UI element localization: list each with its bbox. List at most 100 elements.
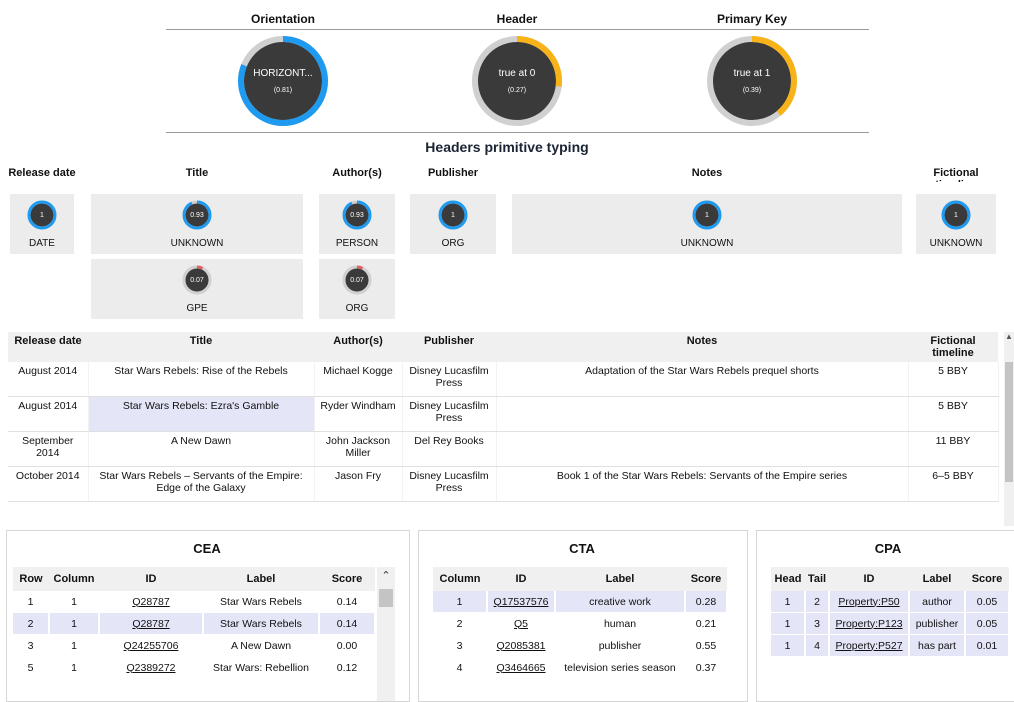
cta-row[interactable]: 1 Q17537576 creative work 0.28 [433, 591, 728, 613]
cta-cell: 0.21 [685, 612, 728, 635]
table-cell[interactable]: Star Wars Rebels: Ezra's Gamble [88, 396, 315, 432]
main-col-header[interactable]: Author(s) [314, 332, 402, 362]
cpa-cell: 0.05 [965, 591, 1010, 613]
cea-id-link[interactable]: Q28787 [132, 618, 169, 630]
cea-col-header[interactable]: Row [13, 567, 49, 591]
chevron-up-icon[interactable]: ▲ [1004, 332, 1014, 342]
cpa-id-link[interactable]: Property:P527 [835, 640, 902, 652]
cpa-row[interactable]: 1 3 Property:P123 publisher 0.05 [771, 612, 1010, 635]
cpa-id-link[interactable]: Property:P123 [835, 618, 902, 630]
table-cell[interactable]: A New Dawn [88, 431, 315, 467]
cta-cell: 4 [433, 656, 488, 679]
table-row[interactable]: September 2014 A New Dawn John Jackson Mil… [8, 431, 999, 467]
cpa-col-header[interactable]: Label [909, 567, 965, 591]
cta-row[interactable]: 2 Q5 human 0.21 [433, 612, 728, 635]
cta-id-link[interactable]: Q5 [514, 618, 528, 630]
cea-col-header[interactable]: ID [99, 567, 203, 591]
main-col-header[interactable]: Notes [496, 332, 908, 362]
typing-cell[interactable]: 0.93 PERSON [319, 194, 395, 254]
table-cell[interactable]: Disney Lucasfilm Press [402, 362, 497, 397]
cta-row[interactable]: 4 Q3464665 television series season 0.37 [433, 656, 728, 679]
cpa-row[interactable]: 1 4 Property:P527 has part 0.01 [771, 634, 1010, 657]
cea-row[interactable]: 1 1 Q28787 Star Wars Rebels 0.14 [13, 591, 376, 613]
cta-id-link[interactable]: Q3464665 [496, 662, 545, 674]
table-cell[interactable]: Jason Fry [314, 466, 403, 502]
cta-col-header[interactable]: ID [487, 567, 555, 591]
table-cell[interactable]: Adaptation of the Star Wars Rebels prequ… [496, 362, 909, 397]
typing-cell[interactable]: 1 ORG [410, 194, 496, 254]
table-cell[interactable]: John Jackson Miller [314, 431, 403, 467]
cpa-col-header[interactable]: ID [829, 567, 909, 591]
orientation-gauge[interactable]: HORIZONT... (0.81) [237, 35, 329, 127]
cta-id-link[interactable]: Q2085381 [496, 640, 545, 652]
table-cell[interactable]: August 2014 [8, 396, 89, 432]
cea-row[interactable]: 2 1 Q28787 Star Wars Rebels 0.14 [13, 612, 376, 635]
cea-col-header[interactable]: Score [319, 567, 375, 591]
table-cell[interactable]: September 2014 [8, 431, 89, 467]
main-col-header[interactable]: Title [88, 332, 314, 362]
cea-id-link[interactable]: Q28787 [132, 596, 169, 608]
table-cell[interactable]: August 2014 [8, 362, 89, 397]
cpa-col-header[interactable]: Head [771, 567, 805, 591]
table-cell[interactable]: 5 BBY [908, 396, 999, 432]
table-cell[interactable]: Disney Lucasfilm Press [402, 466, 497, 502]
orientation-score: (0.81) [273, 87, 293, 94]
cpa-row[interactable]: 1 2 Property:P50 author 0.05 [771, 591, 1010, 613]
cea-scroll-up-icon[interactable]: ⌃ [377, 569, 395, 587]
main-col-header[interactable]: Publisher [402, 332, 496, 362]
table-cell[interactable]: Star Wars Rebels – Servants of the Empir… [88, 466, 315, 502]
cta-cell: 3 [433, 634, 488, 657]
cpa-table: Head Tail ID Label Score 1 2 Property:P50 autho… [771, 567, 1010, 657]
cta-col-header[interactable]: Column [433, 567, 487, 591]
cea-id-link[interactable]: Q2389272 [126, 662, 175, 674]
cta-id-link[interactable]: Q17537576 [494, 596, 549, 608]
typing-cell[interactable]: 1 UNKNOWN [916, 194, 996, 254]
header-gauge[interactable]: true at 0 (0.27) [471, 35, 563, 127]
typing-cell[interactable]: 1 DATE [10, 194, 74, 254]
typing-gauge: 0.93 [182, 200, 212, 230]
table-cell[interactable] [496, 396, 909, 432]
cpa-col-header[interactable]: Score [965, 567, 1009, 591]
typing-score: 0.93 [190, 211, 204, 219]
cea-cell: 0.14 [319, 591, 376, 613]
cea-scroll-thumb[interactable] [379, 589, 393, 607]
cta-col-header[interactable]: Label [555, 567, 685, 591]
main-col-header[interactable]: Release date [8, 332, 88, 362]
table-row[interactable]: August 2014 Star Wars Rebels: Rise of the… [8, 362, 999, 397]
cpa-id-link[interactable]: Property:P50 [838, 596, 899, 608]
typing-cell[interactable]: 0.07 ORG [319, 259, 395, 319]
table-cell[interactable]: Michael Kogge [314, 362, 403, 397]
cea-scrollbar[interactable]: ⌃ [377, 567, 395, 701]
table-cell[interactable]: Star Wars Rebels: Rise of the Rebels [88, 362, 315, 397]
main-table-scroll-thumb[interactable] [1005, 362, 1013, 482]
table-cell[interactable] [496, 431, 909, 467]
cea-row[interactable]: 5 1 Q2389272 Star Wars: Rebellion 0.12 [13, 656, 376, 679]
main-col-header[interactable]: Fictional timeline [908, 332, 998, 362]
gauges-divider [166, 132, 869, 133]
cea-col-header[interactable]: Label [203, 567, 319, 591]
table-cell[interactable]: Disney Lucasfilm Press [402, 396, 497, 432]
cta-row[interactable]: 3 Q2085381 publisher 0.55 [433, 634, 728, 657]
typing-cell[interactable]: 0.07 GPE [91, 259, 303, 319]
table-cell[interactable]: Book 1 of the Star Wars Rebels: Servants… [496, 466, 909, 502]
table-cell[interactable]: Del Rey Books [402, 431, 497, 467]
main-table-scrollbar[interactable] [1004, 332, 1014, 526]
typing-cell[interactable]: 1 UNKNOWN [512, 194, 902, 254]
cpa-col-header[interactable]: Tail [805, 567, 829, 591]
table-cell[interactable]: 6–5 BBY [908, 466, 999, 502]
cea-id-link[interactable]: Q24255706 [124, 640, 179, 652]
cea-row[interactable]: 3 1 Q24255706 A New Dawn 0.00 [13, 634, 376, 657]
table-cell[interactable]: 5 BBY [908, 362, 999, 397]
table-cell[interactable]: October 2014 [8, 466, 89, 502]
primary-key-gauge[interactable]: true at 1 (0.39) [706, 35, 798, 127]
table-cell[interactable]: 11 BBY [908, 431, 999, 467]
table-row[interactable]: August 2014 Star Wars Rebels: Ezra's Gamb… [8, 396, 999, 432]
cea-cell: 1 [49, 634, 100, 657]
cea-col-header[interactable]: Column [49, 567, 99, 591]
cea-cell: Q2389272 [99, 656, 204, 679]
cta-cell: Q5 [487, 612, 556, 635]
table-cell[interactable]: Ryder Windham [314, 396, 403, 432]
typing-cell[interactable]: 0.93 UNKNOWN [91, 194, 303, 254]
cta-col-header[interactable]: Score [685, 567, 727, 591]
table-row[interactable]: October 2014 Star Wars Rebels – Servants … [8, 466, 999, 502]
